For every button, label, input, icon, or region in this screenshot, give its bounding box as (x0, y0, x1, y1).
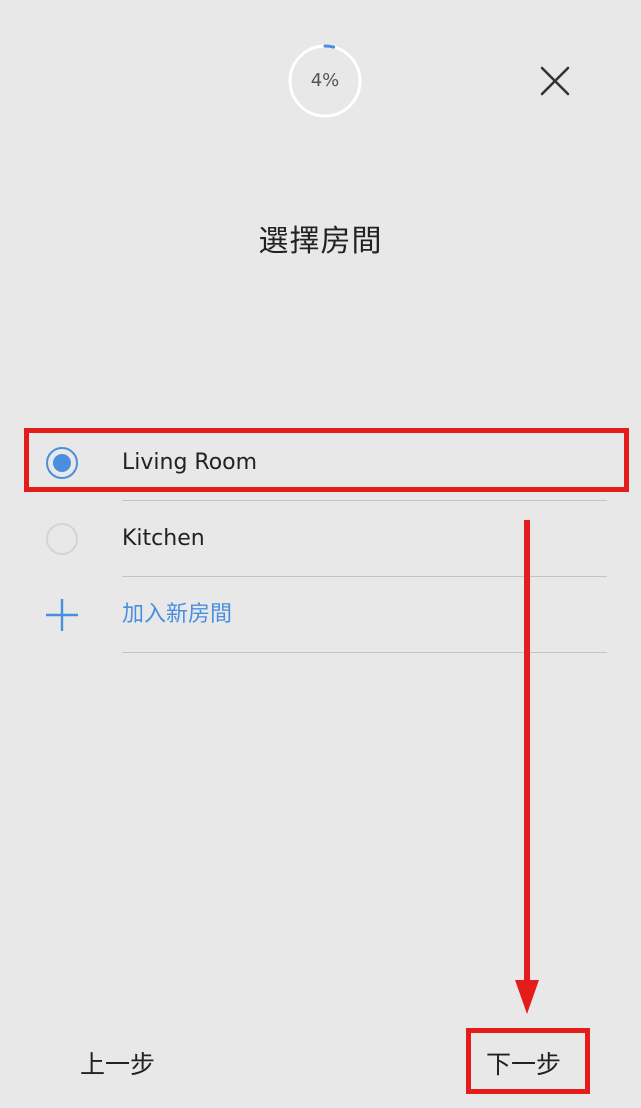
close-button[interactable] (537, 63, 573, 99)
radio-unselected-icon[interactable] (46, 523, 78, 555)
room-item-living-room[interactable]: Living Room (0, 425, 641, 501)
next-button[interactable]: 下一步 (486, 1040, 561, 1090)
divider (122, 652, 607, 653)
progress-text: 4% (310, 70, 340, 91)
page-title: 選擇房間 (258, 224, 383, 259)
room-selection-screen: 4% 選擇房間 Living Room Kitchen 加入新房間 上一步 下一… (0, 0, 641, 1108)
add-room-button[interactable]: 加入新房間 (0, 577, 641, 653)
add-room-label: 加入新房間 (122, 602, 233, 627)
radio-selected-icon[interactable] (46, 447, 78, 479)
progress-indicator: 4% (287, 43, 363, 119)
room-label: Living Room (122, 450, 258, 475)
room-item-kitchen[interactable]: Kitchen (0, 501, 641, 577)
close-icon (540, 66, 570, 96)
room-label: Kitchen (122, 526, 205, 551)
plus-icon (46, 599, 78, 631)
back-button[interactable]: 上一步 (80, 1040, 155, 1090)
